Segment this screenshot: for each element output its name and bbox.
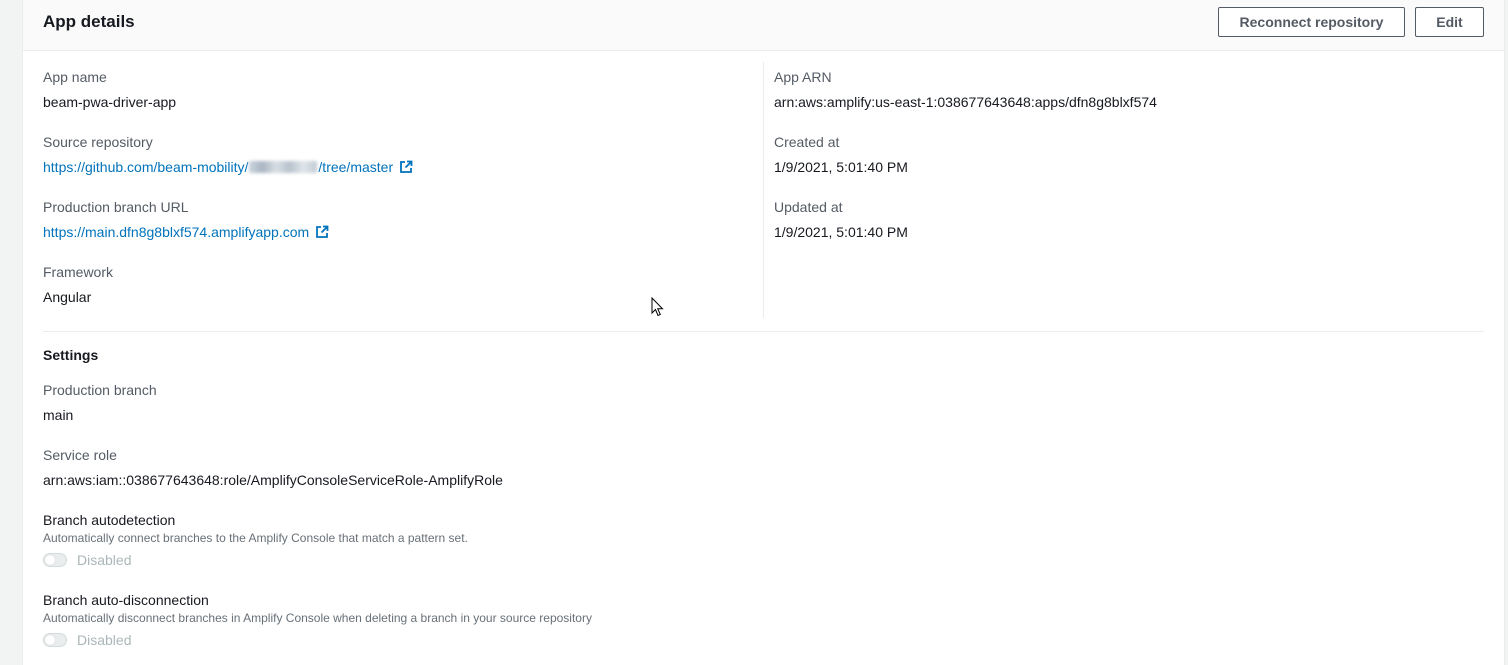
- source-repository-prefix: https://github.com/beam-mobility/: [43, 159, 249, 175]
- updated-at-value: 1/9/2021, 5:01:40 PM: [774, 224, 908, 240]
- app-name-label: App name: [43, 69, 107, 85]
- created-at-value: 1/9/2021, 5:01:40 PM: [774, 159, 908, 175]
- panel-header: App details Reconnect repository Edit: [23, 0, 1504, 51]
- created-at-label: Created at: [774, 134, 840, 150]
- branch-autodisconnection-label: Branch auto-disconnection: [43, 592, 209, 608]
- app-arn-value: arn:aws:amplify:us-east-1:038677643648:a…: [774, 94, 1157, 110]
- mouse-cursor-icon: [651, 297, 664, 317]
- service-role-value: arn:aws:iam::038677643648:role/AmplifyCo…: [43, 472, 503, 488]
- app-details-panel: App details Reconnect repository Edit Ap…: [22, 0, 1505, 665]
- source-repository-link[interactable]: https://github.com/beam-mobility/ /tree/…: [43, 159, 413, 175]
- framework-label: Framework: [43, 264, 114, 280]
- external-link-icon: [316, 225, 329, 238]
- page-title: App details: [43, 12, 135, 31]
- production-branch-value: main: [43, 407, 74, 423]
- external-link-icon: [400, 160, 413, 173]
- toggle-knob: [45, 555, 55, 565]
- branch-autodetection-state: Disabled: [77, 552, 132, 568]
- redacted-repo-name: [249, 161, 318, 173]
- branch-autodetection-description: Automatically connect branches to the Am…: [43, 531, 468, 545]
- toggle-knob: [45, 635, 55, 645]
- settings-title: Settings: [43, 347, 99, 363]
- column-divider: [763, 62, 764, 318]
- production-branch-url-label: Production branch URL: [43, 199, 189, 215]
- source-repository-suffix: /tree/master: [318, 159, 394, 175]
- edit-button[interactable]: Edit: [1415, 7, 1484, 37]
- production-branch-url-link[interactable]: https://main.dfn8g8blxf574.amplifyapp.co…: [43, 224, 329, 240]
- branch-autodisconnection-state: Disabled: [77, 632, 132, 648]
- app-name-value: beam-pwa-driver-app: [43, 94, 177, 110]
- section-divider: [43, 331, 1484, 332]
- updated-at-label: Updated at: [774, 199, 843, 215]
- app-arn-label: App ARN: [774, 69, 832, 85]
- branch-autodetection-label: Branch autodetection: [43, 512, 176, 528]
- branch-autodisconnection-toggle[interactable]: [43, 633, 67, 647]
- branch-autodisconnection-description: Automatically disconnect branches in Amp…: [43, 611, 592, 625]
- production-branch-url-text: https://main.dfn8g8blxf574.amplifyapp.co…: [43, 224, 310, 240]
- source-repository-label: Source repository: [43, 134, 153, 150]
- branch-autodetection-toggle[interactable]: [43, 553, 67, 567]
- reconnect-repository-button[interactable]: Reconnect repository: [1218, 7, 1405, 37]
- service-role-label: Service role: [43, 447, 117, 463]
- framework-value: Angular: [43, 289, 92, 305]
- production-branch-label: Production branch: [43, 382, 157, 398]
